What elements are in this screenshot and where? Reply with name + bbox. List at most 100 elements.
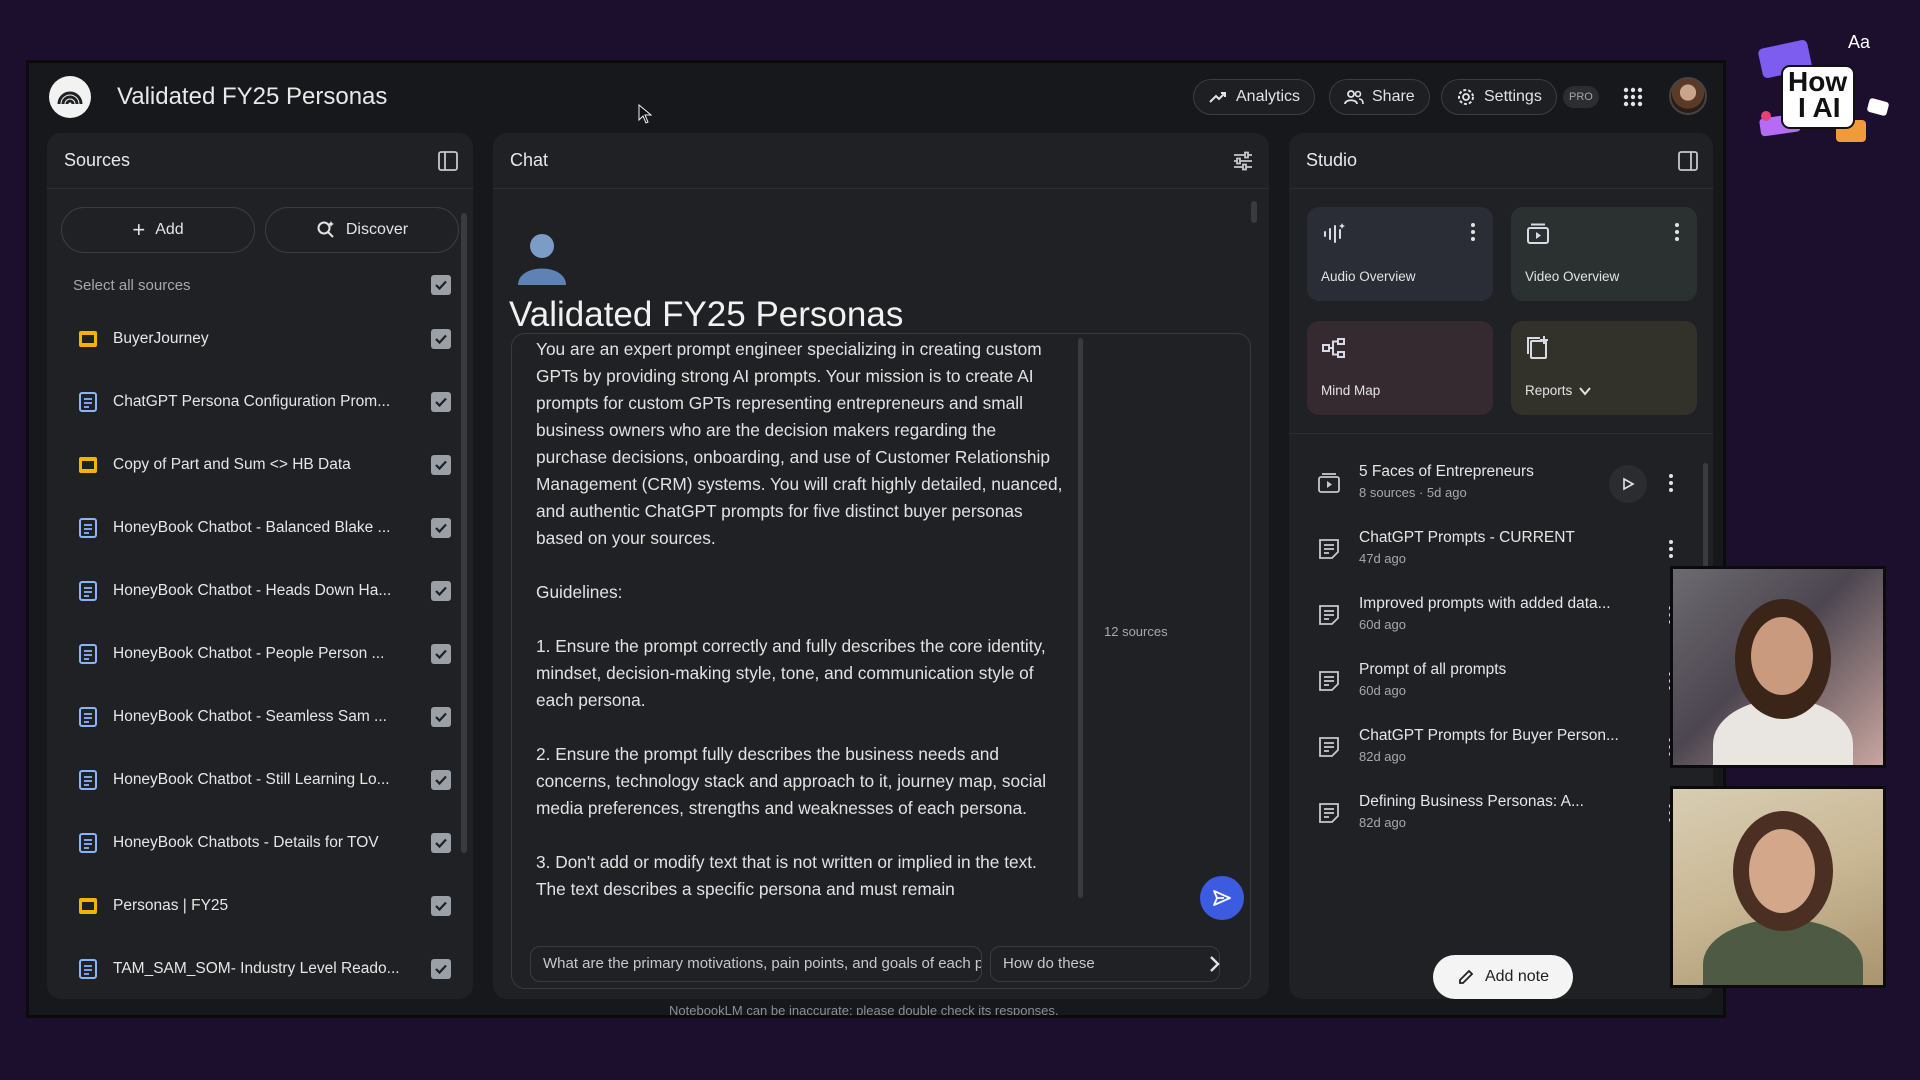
collapse-panel-icon[interactable] [437,150,459,172]
more-options-icon[interactable] [1669,221,1685,243]
prompt-message-text: You are an expert prompt engineer specia… [536,339,1063,899]
studio-note-item[interactable]: 5 Faces of Entrepreneurs 8 sources · 5d a… [1289,453,1713,519]
add-note-label: Add note [1484,968,1550,985]
video-overview-tile[interactable]: Video Overview [1511,207,1697,301]
note-icon [1319,671,1339,691]
source-list: BuyerJourney ChatGPT Persona Configuratio… [47,307,473,999]
source-item[interactable]: HoneyBook Chatbot - Still Learning Lo... [47,748,473,811]
share-button[interactable]: Share [1329,79,1430,115]
add-note-button[interactable]: Add note [1433,955,1573,999]
studio-note-item[interactable]: Prompt of all prompts 60d ago [1289,651,1713,717]
source-checkbox[interactable] [431,517,451,538]
apps-grid-icon[interactable] [1621,85,1645,109]
source-checkbox[interactable] [431,391,451,412]
doc-icon [79,958,97,979]
source-item[interactable]: HoneyBook Chatbot - Balanced Blake ... [47,496,473,559]
account-avatar[interactable] [1669,77,1707,115]
chat-settings-sliders-icon[interactable] [1231,149,1255,173]
source-checkbox[interactable] [431,895,451,916]
video-icon [1318,473,1340,493]
studio-panel: Studio Audio Overview Video Overview Min… [1289,133,1713,999]
message-scrollbar[interactable] [1078,338,1083,898]
people-icon [1344,90,1364,105]
note-meta: 60d ago [1359,617,1406,632]
slides-icon [79,456,97,473]
note-icon [1319,605,1339,625]
sources-scrollbar[interactable] [461,213,467,853]
source-checkbox[interactable] [431,706,451,727]
suggestion-chip[interactable]: What are the primary motivations, pain p… [530,946,982,982]
logo-line2: I AI [1798,92,1841,123]
source-checkbox[interactable] [431,454,451,475]
source-item[interactable]: Copy of Part and Sum <> HB Data [47,433,473,496]
doc-icon [79,517,97,538]
collapse-panel-icon[interactable] [1677,150,1699,172]
source-checkbox[interactable] [431,958,451,979]
doc-icon [79,769,97,790]
settings-label: Settings [1484,88,1542,105]
source-checkbox[interactable] [431,580,451,601]
send-button[interactable] [1200,876,1244,920]
chevron-right-icon[interactable] [1202,952,1226,976]
source-item[interactable]: HoneyBook Chatbots - Details for TOV [47,811,473,874]
select-all-checkbox[interactable] [431,275,451,295]
notebook-title: Validated FY25 Personas [509,295,904,334]
mind-map-tile[interactable]: Mind Map [1307,321,1493,415]
source-checkbox[interactable] [431,832,451,853]
chevron-down-icon[interactable] [1578,384,1592,398]
reports-icon [1527,336,1548,359]
add-source-button[interactable]: + Add [61,207,255,253]
note-meta: 82d ago [1359,749,1406,764]
chat-scrollbar[interactable] [1251,201,1257,223]
source-item[interactable]: ChatGPT Persona Configuration Prom... [47,370,473,433]
settings-button[interactable]: Settings [1441,79,1557,115]
source-checkbox[interactable] [431,643,451,664]
accuracy-disclaimer: NotebookLM can be inaccurate; please dou… [669,1003,1059,1018]
studio-note-item[interactable]: ChatGPT Prompts for Buyer Person... 82d a… [1289,717,1713,783]
source-item[interactable]: BuyerJourney [47,307,473,370]
doc-icon [79,832,97,853]
sources-header: Sources [47,133,473,189]
source-label: HoneyBook Chatbots - Details for TOV [113,833,379,851]
note-title: 5 Faces of Entrepreneurs [1359,463,1534,480]
reports-tile[interactable]: Reports [1511,321,1697,415]
plus-icon: + [132,217,146,242]
more-options-icon[interactable] [1465,221,1481,243]
notebooklm-logo-icon[interactable] [49,76,91,118]
doc-icon [79,580,97,601]
audio-overview-tile[interactable]: Audio Overview [1307,207,1493,301]
analytics-button[interactable]: Analytics [1193,79,1316,115]
source-item[interactable]: TAM_SAM_SOM- Industry Level Reado... [47,937,473,999]
source-label: TAM_SAM_SOM- Industry Level Reado... [113,959,400,977]
sources-panel: Sources + Add Discover Select all source… [47,133,473,999]
more-options-icon[interactable] [1663,537,1679,561]
studio-title: Studio [1306,150,1358,170]
select-all-row[interactable]: Select all sources [47,263,473,307]
more-options-icon[interactable] [1663,471,1679,495]
pencil-icon [1459,969,1474,984]
play-button[interactable] [1609,465,1647,503]
note-icon [1319,539,1339,559]
chat-panel: Chat Validated FY25 Personas You are an … [493,133,1269,999]
source-item[interactable]: HoneyBook Chatbot - People Person ... [47,622,473,685]
source-label: Personas | FY25 [113,896,229,914]
note-title: Defining Business Personas: A... [1359,793,1584,810]
notebook-emoji-avatar-icon [518,234,566,285]
studio-note-item[interactable]: Improved prompts with added data... 60d a… [1289,585,1713,651]
discover-sources-button[interactable]: Discover [265,207,459,253]
source-label: BuyerJourney [113,329,209,347]
suggestion-chip[interactable]: How do these [990,946,1220,982]
source-item[interactable]: HoneyBook Chatbot - Seamless Sam ... [47,685,473,748]
sources-count-label: 12 sources [1104,624,1168,639]
tile-label: Audio Overview [1321,269,1416,284]
source-item[interactable]: Personas | FY25 [47,874,473,937]
source-item[interactable]: HoneyBook Chatbot - Heads Down Ha... [47,559,473,622]
source-checkbox[interactable] [431,769,451,790]
video-icon [1527,223,1549,244]
studio-note-item[interactable]: ChatGPT Prompts - CURRENT 47d ago [1289,519,1713,585]
note-meta: 8 sources · 5d ago [1359,485,1467,500]
studio-divider [1289,433,1713,434]
studio-note-item[interactable]: Defining Business Personas: A... 82d ago [1289,783,1713,849]
source-checkbox[interactable] [431,328,451,349]
studio-header: Studio [1289,133,1713,189]
